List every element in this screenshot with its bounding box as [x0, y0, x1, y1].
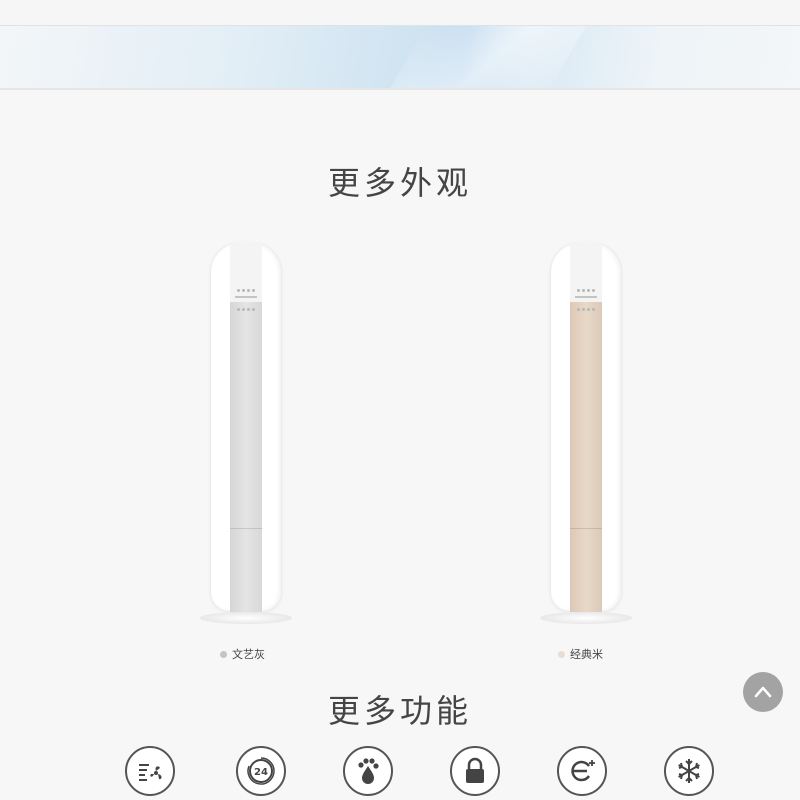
- unit-panel: [230, 242, 262, 612]
- top-strip: [0, 0, 800, 26]
- lock-icon: [466, 757, 484, 783]
- section-title-functions: 更多功能: [327, 692, 472, 730]
- product-image-beige[interactable]: [540, 242, 632, 624]
- feature-frost[interactable]: [664, 746, 714, 796]
- snowflake-icon: [678, 759, 700, 783]
- variant-name: 经典米: [570, 648, 603, 661]
- svg-text:24: 24: [254, 767, 268, 778]
- unit-base: [540, 612, 632, 624]
- feature-child-lock[interactable]: [450, 746, 500, 796]
- feature-energy-plus[interactable]: [557, 746, 607, 796]
- variant-label-beige[interactable]: 经典米: [558, 646, 603, 662]
- fan-wind-icon: [139, 764, 162, 781]
- unit-panel: [570, 242, 602, 612]
- product-image-gray[interactable]: [200, 242, 292, 624]
- feature-24-hour[interactable]: 24: [236, 746, 286, 796]
- color-dot: [220, 650, 227, 658]
- feature-fan-wind[interactable]: [125, 746, 175, 796]
- feature-paw-drop[interactable]: [343, 746, 393, 796]
- variant-name: 文艺灰: [232, 648, 265, 661]
- unit-base: [200, 612, 292, 624]
- section-title-appearance: 更多外观: [327, 164, 472, 202]
- variant-label-gray[interactable]: 文艺灰: [220, 646, 265, 662]
- paw-water-drop-icon: [358, 758, 379, 784]
- e-plus-energy-icon: [571, 760, 595, 782]
- color-dot: [558, 650, 565, 658]
- 24-hour-timer-icon: 24: [247, 757, 275, 785]
- hero-banner: [0, 26, 800, 90]
